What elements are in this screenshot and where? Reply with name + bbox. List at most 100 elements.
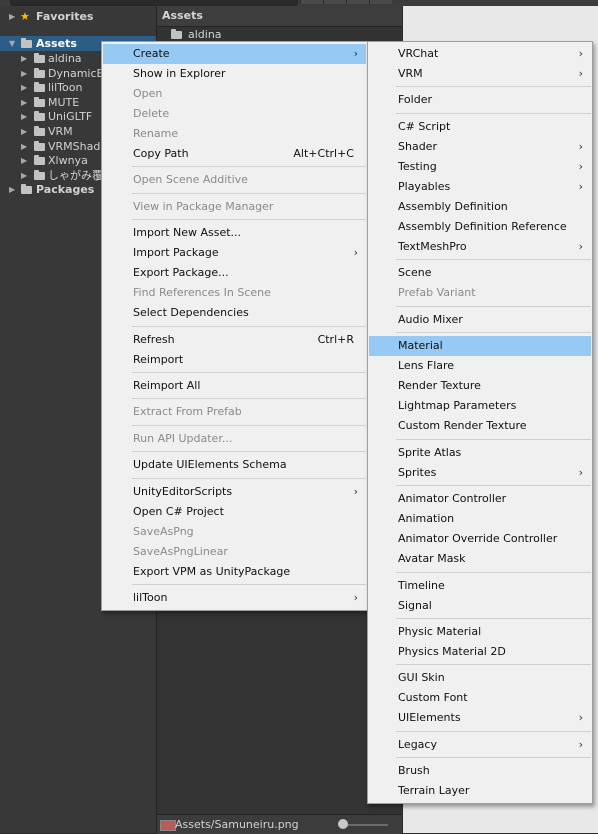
menu-item-label: Rename — [133, 127, 179, 140]
menu-item-label: Reimport — [133, 353, 184, 366]
tree-expand-arrow-icon[interactable]: ▶ — [21, 51, 27, 66]
toolbar-button[interactable] — [369, 0, 392, 4]
menu-separator — [396, 664, 591, 665]
menu-item-import-new-asset[interactable]: Import New Asset... — [103, 223, 366, 243]
create-item-avatar-mask[interactable]: Avatar Mask — [369, 549, 591, 569]
menu-item-label: Import New Asset... — [133, 226, 242, 239]
create-item-folder[interactable]: Folder — [369, 90, 591, 110]
create-item-vrchat[interactable]: VRChat › — [369, 44, 591, 64]
create-item-gui-skin[interactable]: GUI Skin — [369, 668, 591, 688]
submenu-arrow-icon: › — [578, 47, 583, 60]
create-item-assembly-definition[interactable]: Assembly Definition — [369, 197, 591, 217]
tree-expand-arrow-icon[interactable]: ▶ — [21, 80, 27, 95]
menu-item-label: Run API Updater... — [133, 432, 233, 445]
menu-item-select-dependencies[interactable]: Select Dependencies — [103, 303, 366, 323]
tree-expand-arrow-icon[interactable]: ▶ — [21, 66, 27, 81]
folder-icon — [34, 111, 45, 122]
menu-item-import-package[interactable]: Import Package › — [103, 243, 366, 263]
create-item-vrm[interactable]: VRM › — [369, 64, 591, 84]
menu-item-label: Open — [133, 87, 163, 100]
create-item-legacy[interactable]: Legacy › — [369, 735, 591, 755]
menu-item-liltoon[interactable]: lilToon › — [103, 588, 366, 608]
shortcut-label: Alt+Ctrl+C — [293, 147, 354, 160]
tree-collapse-arrow-icon[interactable]: ▼ — [9, 36, 15, 51]
menu-item-create[interactable]: Create › — [103, 44, 366, 64]
tree-item-favorites[interactable]: ▶ ★ Favorites — [0, 9, 156, 24]
menu-item-label: Copy Path — [133, 147, 189, 160]
create-item-lightmap-parameters[interactable]: Lightmap Parameters — [369, 396, 591, 416]
create-item-shader[interactable]: Shader › — [369, 137, 591, 157]
menu-item-label: Assembly Definition Reference — [398, 220, 567, 233]
zoom-slider-handle[interactable] — [338, 819, 348, 829]
create-item-custom-render-texture[interactable]: Custom Render Texture — [369, 416, 591, 436]
menu-separator — [132, 398, 366, 399]
submenu-arrow-icon: › — [578, 140, 583, 153]
create-item-physic-material[interactable]: Physic Material — [369, 622, 591, 642]
create-item-animator-controller[interactable]: Animator Controller — [369, 489, 591, 509]
menu-item-label: Audio Mixer — [398, 313, 463, 326]
create-item-terrain-layer[interactable]: Terrain Layer — [369, 781, 591, 801]
create-item-sprites[interactable]: Sprites › — [369, 463, 591, 483]
toolbar-button[interactable] — [323, 0, 346, 4]
create-item-sprite-atlas[interactable]: Sprite Atlas — [369, 443, 591, 463]
asset-folder-label: aldina — [188, 28, 222, 41]
toolbar-button[interactable] — [300, 0, 323, 4]
menu-item-label: Terrain Layer — [398, 784, 470, 797]
create-item-physics-material-2d[interactable]: Physics Material 2D — [369, 642, 591, 662]
menu-item-label: Export VPM as UnityPackage — [133, 565, 291, 578]
menu-item-label: Animation — [398, 512, 455, 525]
menu-item-export-vpm-as-unitypackage[interactable]: Export VPM as UnityPackage — [103, 562, 366, 582]
menu-separator — [132, 193, 366, 194]
tree-expand-arrow-icon[interactable]: ▶ — [9, 182, 15, 197]
tree-expand-arrow-icon[interactable]: ▶ — [21, 109, 27, 124]
create-item-material[interactable]: Material — [369, 336, 591, 356]
menu-item-update-uielements-schema[interactable]: Update UIElements Schema — [103, 455, 366, 475]
submenu-arrow-icon: › — [578, 180, 583, 193]
create-item-testing[interactable]: Testing › — [369, 157, 591, 177]
create-item-c-script[interactable]: C# Script — [369, 117, 591, 137]
menu-item-view-in-package-manager: View in Package Manager — [103, 197, 366, 217]
menu-item-label: Refresh — [133, 333, 175, 346]
menu-item-label: Signal — [398, 599, 432, 612]
menu-item-label: Lightmap Parameters — [398, 399, 517, 412]
create-item-brush[interactable]: Brush — [369, 761, 591, 781]
tree-expand-arrow-icon[interactable]: ▶ — [21, 95, 27, 110]
menu-item-label: Find References In Scene — [133, 286, 271, 299]
create-item-uielements[interactable]: UIElements › — [369, 708, 591, 728]
menu-item-open-c-project[interactable]: Open C# Project — [103, 502, 366, 522]
create-item-custom-font[interactable]: Custom Font — [369, 688, 591, 708]
create-item-render-texture[interactable]: Render Texture — [369, 376, 591, 396]
create-item-signal[interactable]: Signal — [369, 596, 591, 616]
tree-expand-arrow-icon[interactable]: ▶ — [21, 168, 27, 183]
create-item-animator-override-controller[interactable]: Animator Override Controller — [369, 529, 591, 549]
menu-item-unityeditorscripts[interactable]: UnityEditorScripts › — [103, 482, 366, 502]
menu-item-label: Shader — [398, 140, 437, 153]
menu-separator — [132, 326, 366, 327]
folder-icon — [34, 96, 45, 107]
create-item-assembly-definition-reference[interactable]: Assembly Definition Reference — [369, 217, 591, 237]
menu-item-label: GUI Skin — [398, 671, 445, 684]
menu-item-label: Select Dependencies — [133, 306, 249, 319]
create-item-playables[interactable]: Playables › — [369, 177, 591, 197]
folder-icon — [34, 140, 45, 151]
toolbar-button[interactable] — [346, 0, 369, 4]
menu-item-copy-path[interactable]: Copy Path Alt+Ctrl+C — [103, 144, 366, 164]
menu-item-export-package[interactable]: Export Package... — [103, 263, 366, 283]
tree-expand-arrow-icon[interactable]: ▶ — [21, 139, 27, 154]
menu-item-show-in-explorer[interactable]: Show in Explorer — [103, 64, 366, 84]
create-item-textmeshpro[interactable]: TextMeshPro › — [369, 237, 591, 257]
folder-icon — [34, 126, 45, 136]
create-item-lens-flare[interactable]: Lens Flare — [369, 356, 591, 376]
create-item-scene[interactable]: Scene — [369, 263, 591, 283]
tree-expand-arrow-icon[interactable]: ▶ — [21, 124, 27, 139]
create-item-timeline[interactable]: Timeline — [369, 576, 591, 596]
menu-item-refresh[interactable]: Refresh Ctrl+R — [103, 330, 366, 350]
image-file-icon — [160, 820, 176, 831]
zoom-slider-track[interactable] — [342, 824, 388, 826]
create-item-animation[interactable]: Animation — [369, 509, 591, 529]
menu-item-reimport-all[interactable]: Reimport All — [103, 376, 366, 396]
tree-expand-arrow-icon[interactable]: ▶ — [9, 9, 15, 24]
create-item-audio-mixer[interactable]: Audio Mixer — [369, 310, 591, 330]
tree-expand-arrow-icon[interactable]: ▶ — [21, 153, 27, 168]
menu-item-reimport[interactable]: Reimport — [103, 350, 366, 370]
